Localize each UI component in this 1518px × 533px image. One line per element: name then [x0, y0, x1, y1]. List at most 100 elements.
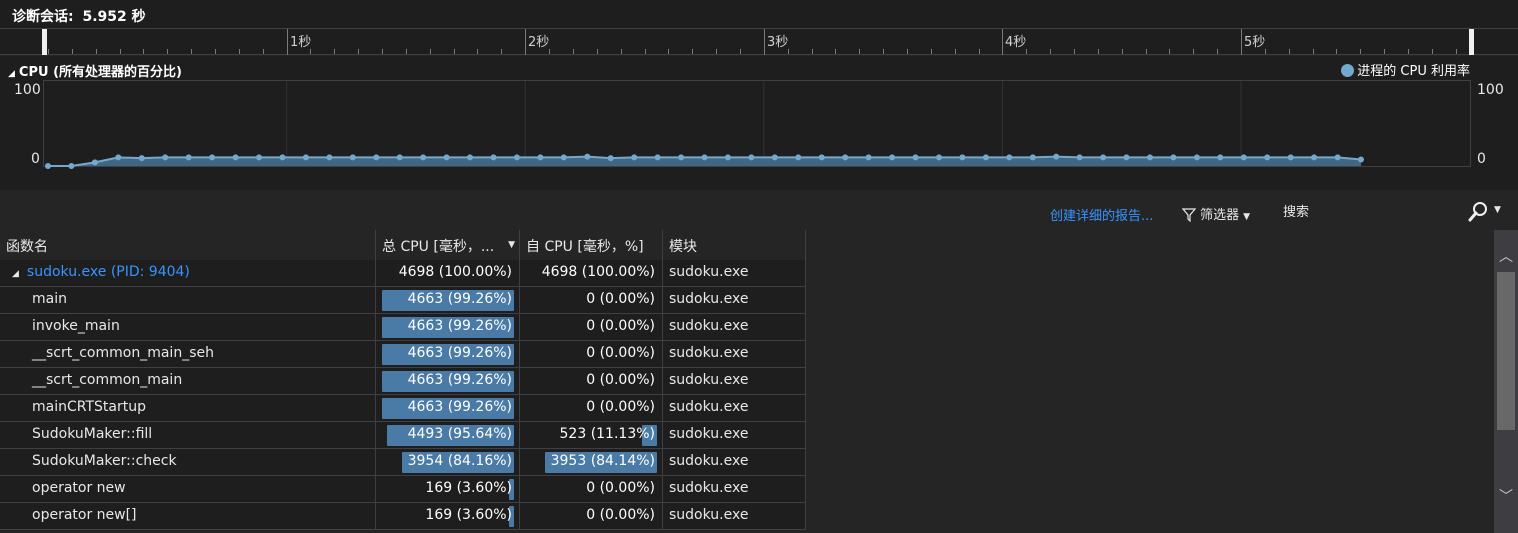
- cpu-data-point[interactable]: [607, 155, 614, 162]
- cpu-data-point[interactable]: [795, 154, 802, 161]
- cpu-data-point[interactable]: [701, 154, 708, 161]
- cpu-data-point[interactable]: [959, 154, 966, 161]
- cpu-data-point[interactable]: [865, 154, 872, 161]
- cpu-data-point[interactable]: [1100, 154, 1107, 161]
- cpu-data-point[interactable]: [373, 154, 380, 161]
- table-row[interactable]: SudokuMaker::fill 4493 (95.64%) 523 (11.13…: [0, 422, 806, 449]
- cpu-data-point[interactable]: [279, 154, 286, 161]
- cpu-data-point[interactable]: [45, 163, 51, 169]
- scroll-down-icon[interactable]: ﹀: [1494, 486, 1518, 516]
- cpu-data-point[interactable]: [1006, 154, 1013, 161]
- cpu-data-point[interactable]: [490, 154, 497, 161]
- search-box[interactable]: ▼: [1276, 201, 1506, 223]
- column-header-function-name[interactable]: 函数名: [0, 230, 376, 260]
- cpu-data-point[interactable]: [724, 154, 731, 161]
- cpu-data-point[interactable]: [654, 154, 661, 161]
- cpu-data-point[interactable]: [467, 154, 473, 161]
- cpu-data-point[interactable]: [349, 154, 356, 161]
- cpu-data-point[interactable]: [209, 154, 216, 161]
- filter-button[interactable]: 筛选器 ▼: [1181, 204, 1250, 223]
- search-options-dropdown-icon[interactable]: ▼: [1494, 205, 1501, 215]
- table-row[interactable]: __scrt_common_main_seh 4663 (99.26%) 0 (0.…: [0, 341, 806, 368]
- cpu-data-point[interactable]: [302, 154, 309, 161]
- cpu-data-point[interactable]: [537, 154, 544, 161]
- cpu-data-point[interactable]: [138, 155, 145, 162]
- cpu-data-point[interactable]: [842, 154, 849, 161]
- search-input[interactable]: [1276, 201, 1466, 223]
- cpu-graph-title[interactable]: ◢ CPU (所有处理器的百分比): [8, 61, 182, 80]
- cpu-data-point[interactable]: [936, 154, 942, 161]
- timeline-ruler[interactable]: 1秒 2秒 3秒 4秒 5秒: [0, 28, 1518, 55]
- column-header-module[interactable]: 模块: [663, 230, 806, 260]
- table-row[interactable]: operator new[] 169 (3.60%) 0 (0.00%) sudoku…: [0, 503, 806, 530]
- cpu-data-point[interactable]: [326, 154, 333, 161]
- cpu-data-point[interactable]: [1123, 154, 1130, 161]
- cpu-data-point[interactable]: [115, 154, 122, 161]
- collapse-triangle-icon[interactable]: ◢: [8, 69, 15, 79]
- cpu-data-point[interactable]: [1287, 154, 1294, 161]
- cpu-data-point[interactable]: [678, 154, 685, 161]
- cpu-data-point[interactable]: [1029, 154, 1036, 161]
- table-row[interactable]: SudokuMaker::check 3954 (84.16%) 3953 (84.…: [0, 449, 806, 476]
- cpu-data-point[interactable]: [185, 154, 192, 161]
- cpu-data-point[interactable]: [68, 163, 75, 169]
- cpu-legend: 进程的 CPU 利用率: [1341, 60, 1470, 79]
- cpu-data-point[interactable]: [91, 159, 98, 166]
- timeline-start-handle[interactable]: [42, 29, 47, 55]
- cpu-usage-chart[interactable]: [43, 80, 1471, 170]
- cpu-data-point[interactable]: [1076, 154, 1083, 161]
- table-row[interactable]: operator new 169 (3.60%) 0 (0.00%) sudoku.e…: [0, 476, 806, 503]
- cpu-value-text: 3953 (84.14%): [550, 453, 655, 469]
- table-row[interactable]: main 4663 (99.26%) 0 (0.00%) sudoku.exe: [0, 287, 806, 314]
- timeline-end-handle[interactable]: [1469, 29, 1474, 55]
- cpu-data-point[interactable]: [256, 154, 262, 161]
- self-cpu-cell: 0 (0.00%): [520, 314, 663, 341]
- ruler-minor-tick: [406, 49, 407, 54]
- cpu-data-point[interactable]: [748, 154, 755, 161]
- cpu-data-point[interactable]: [560, 154, 567, 161]
- cpu-data-point[interactable]: [889, 154, 896, 161]
- cpu-data-point[interactable]: [1193, 154, 1200, 161]
- ruler-minor-tick: [835, 49, 836, 54]
- scrollbar-thumb[interactable]: [1497, 272, 1515, 430]
- cpu-data-point[interactable]: [771, 154, 778, 161]
- cpu-data-point[interactable]: [1264, 154, 1271, 161]
- search-icon[interactable]: [1466, 201, 1490, 223]
- function-table: 函数名 总 CPU [毫秒，... ▼ 自 CPU [毫秒，%] 模块 ◢ sudo…: [0, 230, 1494, 533]
- cpu-data-point[interactable]: [912, 154, 919, 161]
- cpu-data-point[interactable]: [396, 154, 403, 161]
- cpu-data-point[interactable]: [584, 153, 591, 160]
- cpu-data-point[interactable]: [818, 154, 825, 161]
- cpu-data-point[interactable]: [1358, 156, 1364, 163]
- cpu-data-point[interactable]: [1147, 154, 1153, 161]
- cpu-data-point[interactable]: [1311, 154, 1318, 161]
- ruler-minor-tick: [740, 49, 741, 54]
- table-row[interactable]: ◢ sudoku.exe (PID: 9404) 4698 (100.00%) 469…: [0, 260, 806, 287]
- module-cell: sudoku.exe: [663, 476, 806, 503]
- cpu-data-point[interactable]: [1217, 154, 1224, 161]
- table-row[interactable]: __scrt_common_main 4663 (99.26%) 0 (0.00%)…: [0, 368, 806, 395]
- cpu-data-point[interactable]: [1334, 154, 1341, 161]
- column-header-self-cpu[interactable]: 自 CPU [毫秒，%]: [520, 230, 663, 260]
- table-row[interactable]: mainCRTStartup 4663 (99.26%) 0 (0.00%) sudo…: [0, 395, 806, 422]
- module-cell: sudoku.exe: [663, 314, 806, 341]
- cpu-data-point[interactable]: [162, 154, 169, 161]
- cpu-data-point[interactable]: [1170, 154, 1177, 161]
- cpu-data-point[interactable]: [1053, 153, 1060, 160]
- cpu-data-point[interactable]: [420, 154, 427, 161]
- vertical-scrollbar[interactable]: ︿ ﹀: [1494, 230, 1518, 533]
- cpu-value-text: 4663 (99.26%): [407, 291, 512, 307]
- cpu-value-text: 0 (0.00%): [586, 372, 655, 388]
- table-row[interactable]: invoke_main 4663 (99.26%) 0 (0.00%) sudoku.…: [0, 314, 806, 341]
- cpu-value-text: 4493 (95.64%): [407, 426, 512, 442]
- cpu-data-point[interactable]: [1240, 154, 1247, 161]
- cpu-data-point[interactable]: [513, 154, 520, 161]
- cpu-data-point[interactable]: [631, 154, 638, 161]
- cpu-data-point[interactable]: [982, 154, 989, 161]
- cpu-data-point[interactable]: [232, 154, 239, 161]
- ruler-minor-tick: [1336, 49, 1337, 54]
- column-header-total-cpu[interactable]: 总 CPU [毫秒，... ▼: [376, 230, 520, 260]
- cpu-data-point[interactable]: [443, 154, 450, 161]
- create-detailed-report-link[interactable]: 创建详细的报告...: [1050, 205, 1153, 224]
- expand-collapse-icon[interactable]: ◢: [12, 269, 19, 279]
